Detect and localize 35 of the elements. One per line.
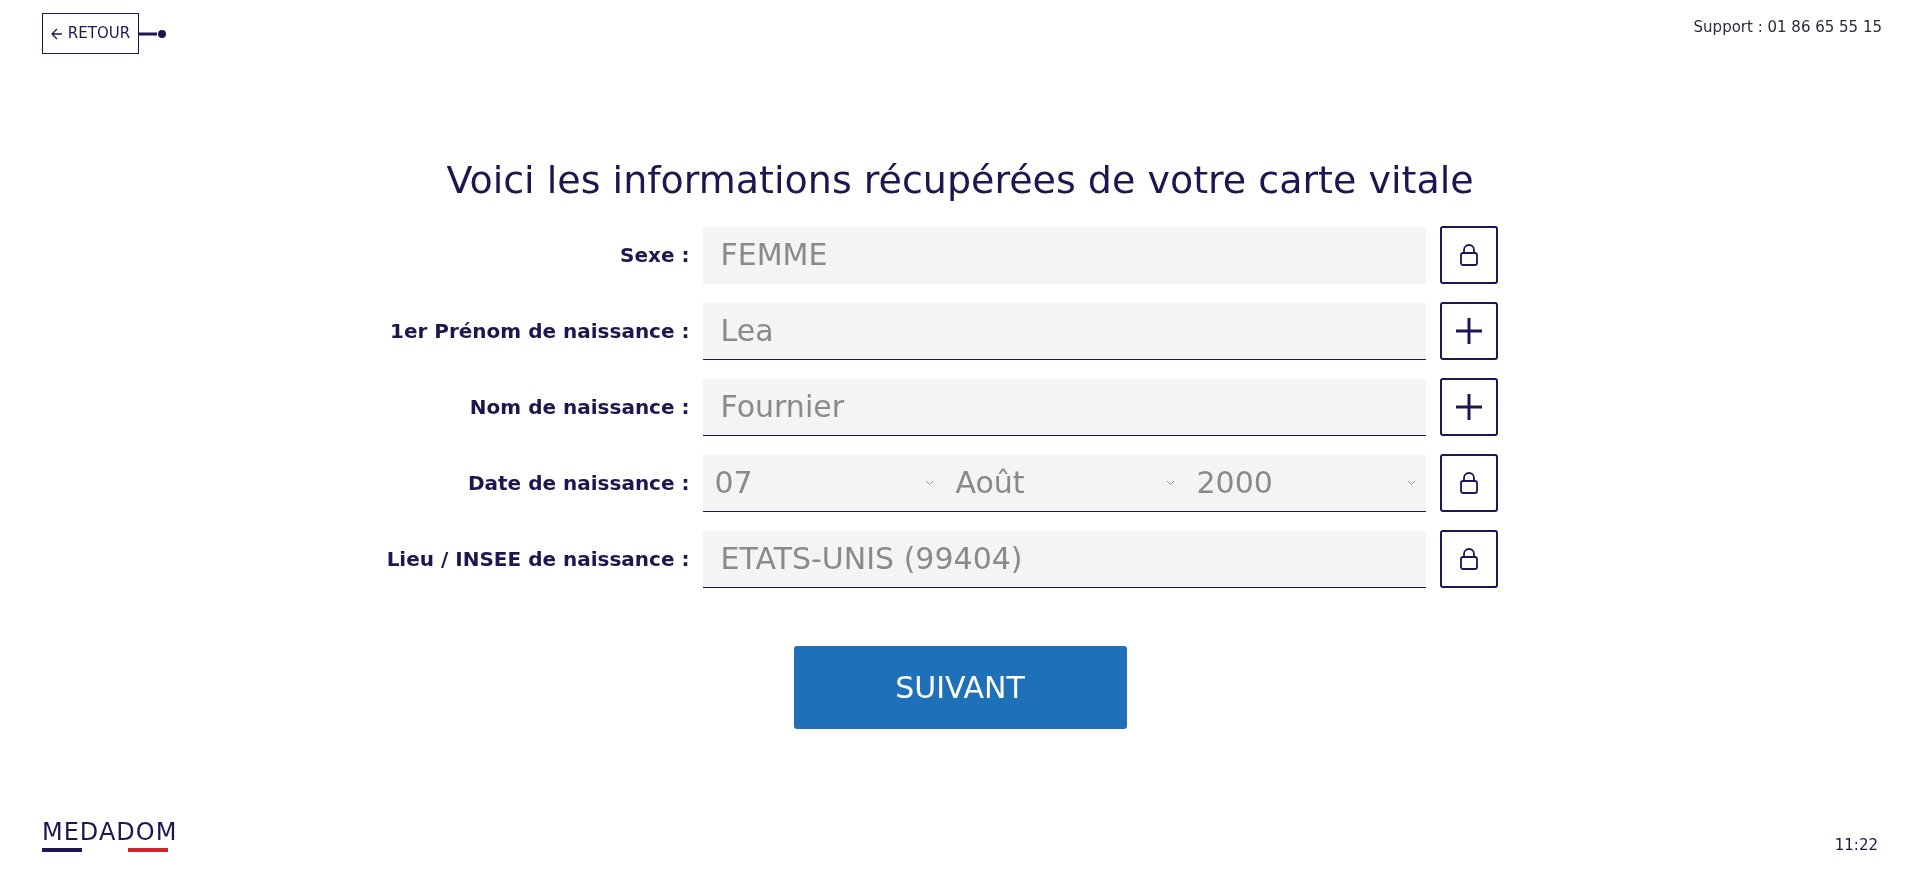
next-button[interactable]: SUIVANT bbox=[793, 646, 1127, 729]
lock-button[interactable] bbox=[1439, 226, 1498, 284]
logo: MEDADOM bbox=[42, 818, 178, 846]
logo-bar bbox=[128, 848, 168, 852]
field-label: Sexe : bbox=[619, 242, 691, 269]
chevron-down-icon bbox=[1165, 479, 1175, 486]
input-field[interactable]: Lea bbox=[702, 302, 1426, 360]
date-select[interactable]: Août bbox=[943, 454, 1185, 512]
lock-icon bbox=[1458, 243, 1479, 267]
connector-drawing bbox=[139, 27, 169, 40]
add-button[interactable] bbox=[1439, 378, 1498, 436]
lock-icon bbox=[1458, 547, 1479, 571]
page-title: Voici les informations récupérées de votre carte vitale bbox=[446, 157, 1474, 204]
back-button[interactable]: RETOUR bbox=[42, 13, 139, 54]
field-label: Nom de naissance : bbox=[468, 394, 691, 421]
plus-icon bbox=[1454, 317, 1483, 345]
input-field[interactable]: ETATS-UNIS (99404) bbox=[702, 530, 1426, 588]
plus-icon bbox=[1454, 393, 1483, 421]
date-select[interactable]: 2000 bbox=[1184, 454, 1426, 512]
lock-button[interactable] bbox=[1439, 454, 1498, 512]
field-label: Date de naissance : bbox=[466, 470, 691, 497]
arrow-left-icon bbox=[50, 27, 63, 40]
input-field[interactable]: Fournier bbox=[702, 378, 1426, 436]
field-label: 1er Prénom de naissance : bbox=[388, 318, 691, 345]
clock-time: 11:22 bbox=[1834, 835, 1878, 856]
chevron-down-icon bbox=[1406, 479, 1416, 486]
chevron-down-icon bbox=[924, 479, 934, 486]
add-button[interactable] bbox=[1439, 302, 1498, 360]
input-field[interactable]: FEMME bbox=[702, 226, 1426, 284]
date-select[interactable]: 07 bbox=[702, 454, 944, 512]
logo-bar bbox=[42, 848, 82, 852]
support-phone: Support : 01 86 65 55 15 bbox=[1693, 17, 1882, 38]
lock-icon bbox=[1458, 471, 1479, 495]
field-label: Lieu / INSEE de naissance : bbox=[385, 546, 691, 573]
lock-button[interactable] bbox=[1439, 530, 1498, 588]
